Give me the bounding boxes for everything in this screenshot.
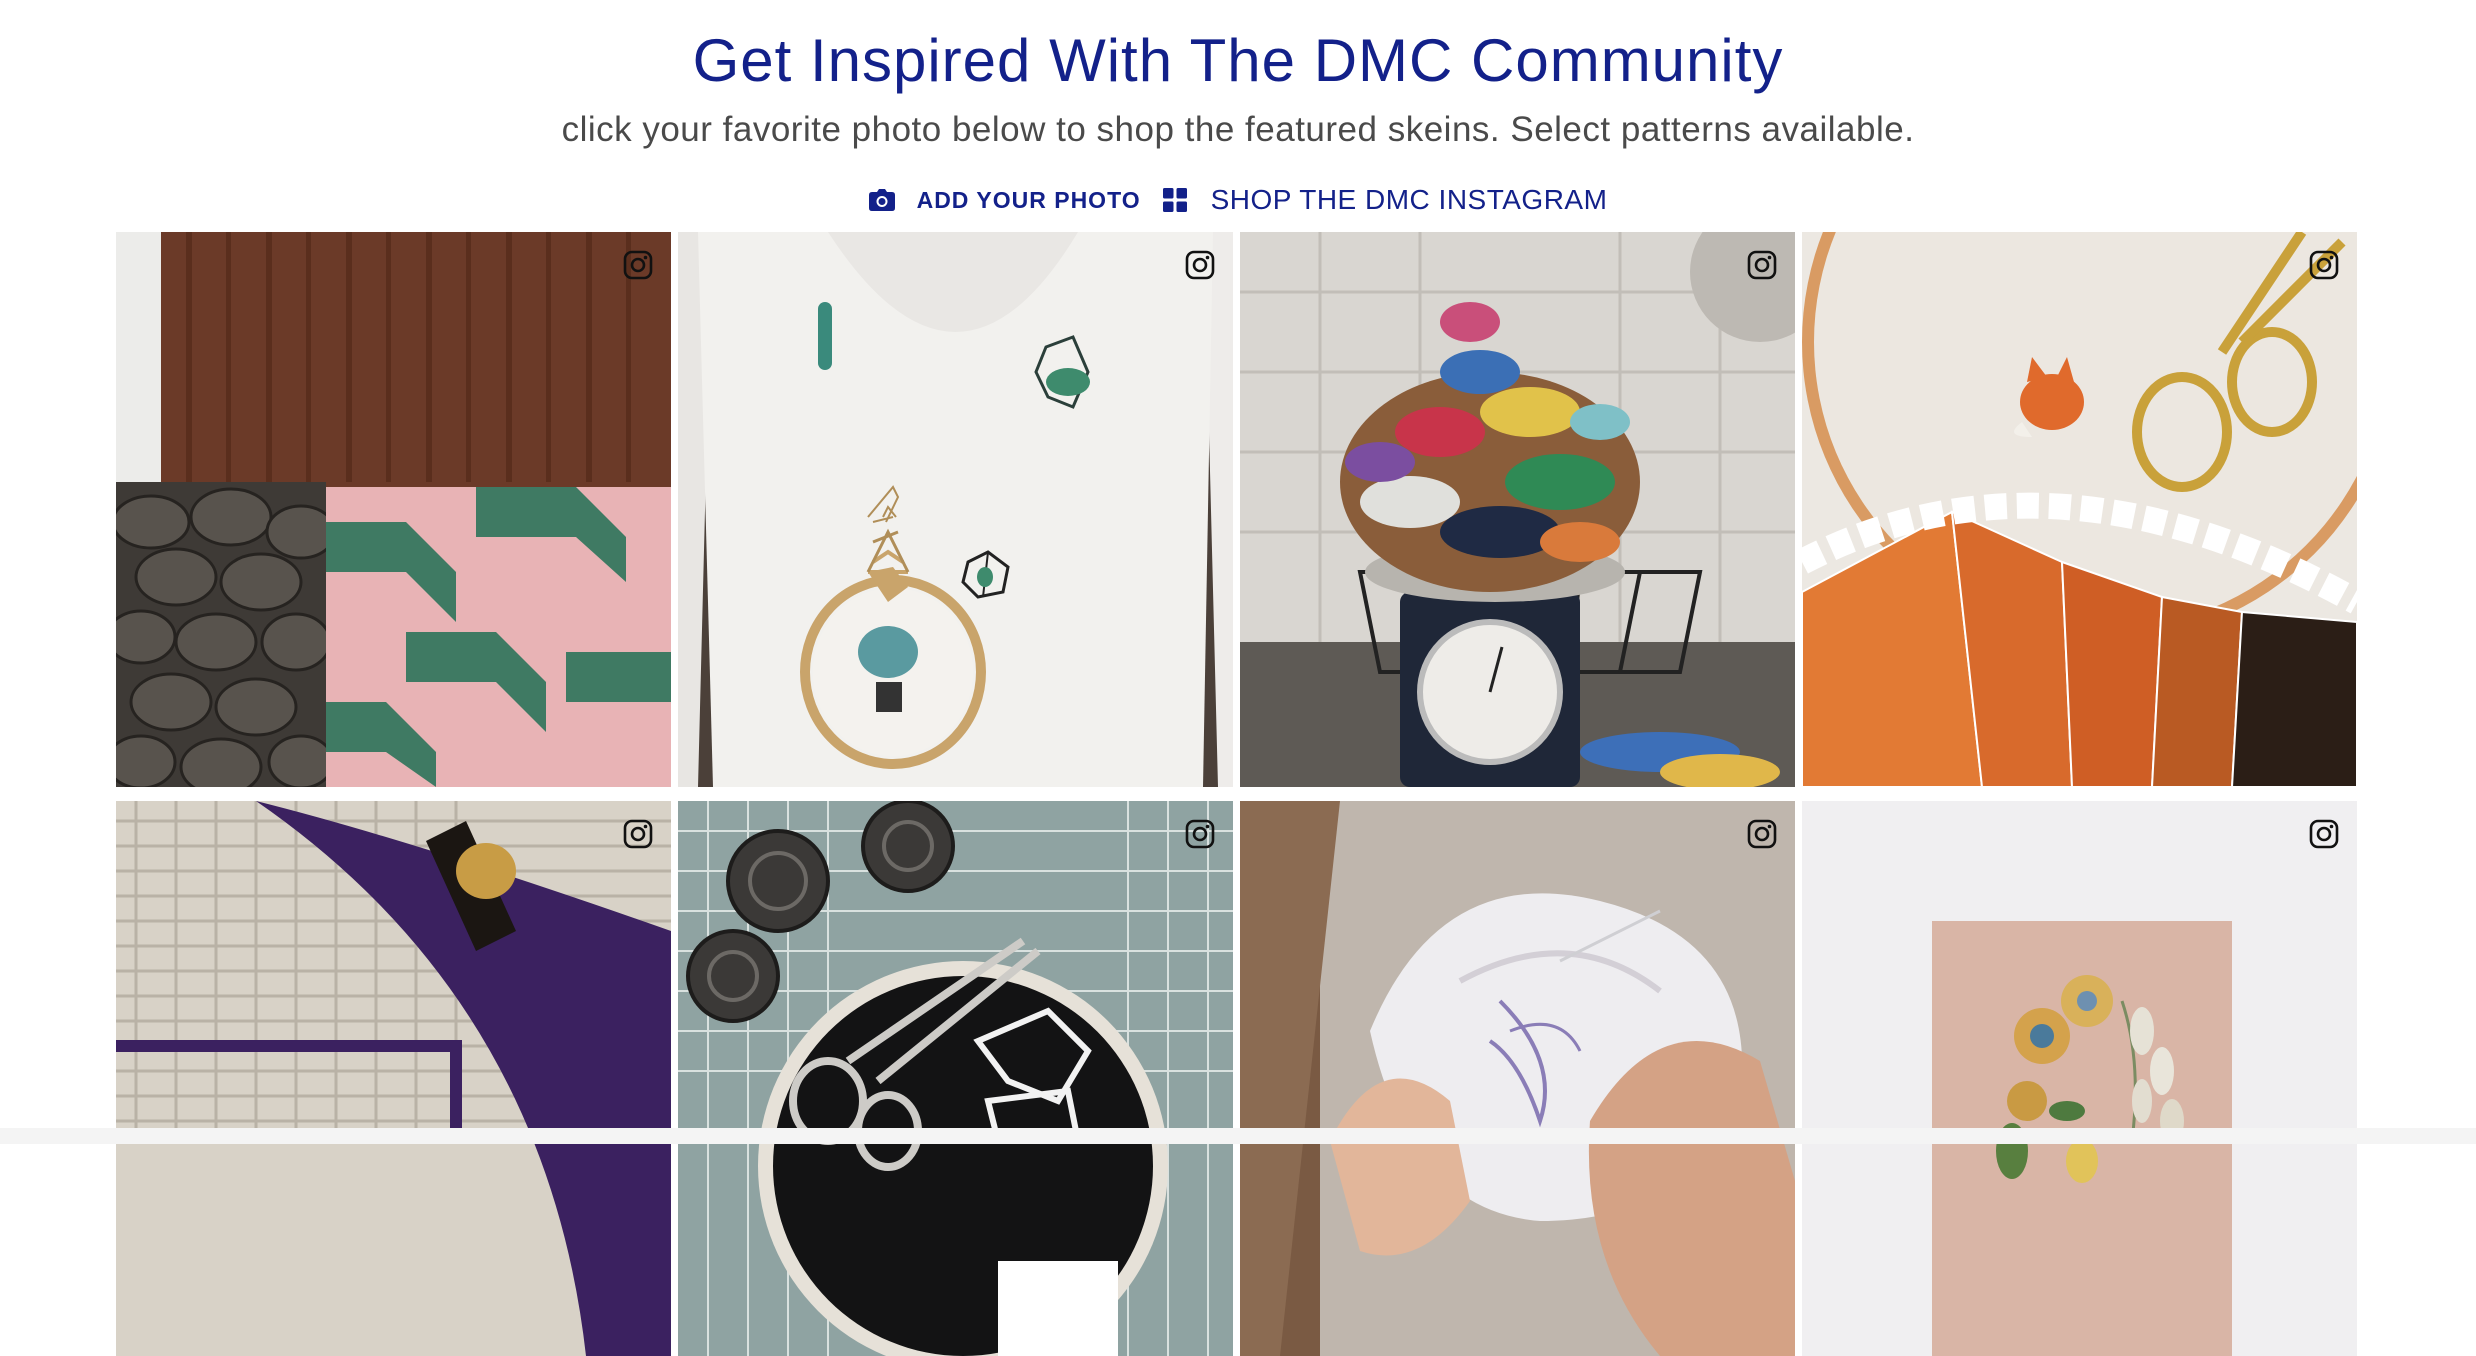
- gallery-photo[interactable]: [1240, 232, 1795, 787]
- gallery-photo[interactable]: [678, 801, 1233, 1356]
- instagram-icon: [623, 819, 653, 849]
- page-subtitle: click your favorite photo below to shop …: [561, 110, 1915, 149]
- instagram-icon: [1747, 819, 1777, 849]
- instagram-icon: [2309, 250, 2339, 280]
- add-your-photo-label: ADD YOUR PHOTO: [916, 186, 1141, 213]
- instagram-icon: [1747, 250, 1777, 280]
- embroidered-tshirt-photo: [678, 232, 1233, 787]
- instagram-gallery: [116, 232, 2357, 1356]
- instagram-icon: [1185, 819, 1215, 849]
- purple-skein-photo: [116, 801, 671, 1356]
- gallery-photo[interactable]: [1240, 801, 1795, 1356]
- gallery-photo[interactable]: [116, 232, 671, 787]
- gallery-actions: ADD YOUR PHOTO SHOP THE DMC INSTAGRAM: [0, 180, 2476, 220]
- page-bottom-edge: [0, 1128, 2476, 1144]
- shop-instagram-label: SHOP THE DMC INSTAGRAM: [1210, 184, 1608, 215]
- floral-embroidery-photo: [1802, 801, 2357, 1356]
- grid-icon: [1162, 188, 1187, 212]
- camera-icon: [868, 189, 895, 211]
- cross-stitch-hoop-photo: [678, 801, 1233, 1356]
- gallery-photo[interactable]: [1802, 232, 2357, 787]
- floss-scale-photo: [1240, 232, 1795, 787]
- instagram-icon: [2309, 819, 2339, 849]
- fox-hoop-photo: [1802, 232, 2357, 787]
- add-your-photo-button[interactable]: ADD YOUR PHOTO: [868, 186, 1163, 214]
- gallery-photo[interactable]: [678, 232, 1233, 787]
- gallery-photo[interactable]: [116, 801, 671, 1356]
- instagram-icon: [623, 250, 653, 280]
- shop-instagram-link[interactable]: SHOP THE DMC INSTAGRAM: [1162, 184, 1608, 216]
- page-title: Get Inspired With The DMC Community: [692, 27, 1784, 94]
- knit-blanket-photo: [116, 232, 671, 787]
- gallery-photo[interactable]: [1802, 801, 2357, 1356]
- instagram-icon: [1185, 250, 1215, 280]
- hands-stitching-photo: [1240, 801, 1795, 1356]
